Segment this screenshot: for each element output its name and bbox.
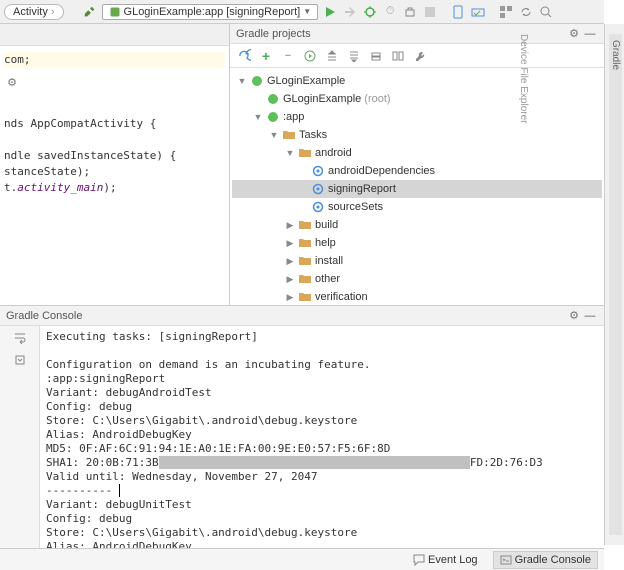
gradle-projects-panel: Gradle projects ⚙— + − ▼GLoginExample GL… (230, 24, 604, 305)
sync-icon[interactable] (518, 4, 534, 20)
folder-icon (298, 254, 312, 268)
code-line: nds AppCompatActivity { (4, 117, 156, 130)
folder-icon (298, 146, 312, 160)
tree-task-sourceSets[interactable]: sourceSets (232, 198, 602, 216)
code-line: ndle savedInstanceState) { (4, 149, 176, 162)
gradle-icon (266, 110, 280, 124)
toggle-offline-icon[interactable] (368, 48, 384, 64)
remove-icon[interactable]: − (280, 48, 296, 64)
editor-tabs (0, 24, 229, 46)
breadcrumb-label: Activity (13, 6, 48, 18)
right-tool-rail: Gradle Device File Explorer (604, 24, 624, 545)
console-title: Gradle Console (6, 310, 82, 322)
tree-folder-android[interactable]: ▼android (232, 144, 602, 162)
folder-icon (298, 218, 312, 232)
refresh-icon[interactable] (236, 48, 252, 64)
code-line: stanceState); (4, 165, 90, 178)
gradle-tool-tab[interactable]: Gradle (609, 34, 622, 535)
chevron-down-icon: ▼ (303, 7, 311, 16)
hammer-icon[interactable] (82, 4, 98, 20)
project-structure-icon[interactable] (498, 4, 514, 20)
debug-button[interactable] (362, 4, 378, 20)
search-icon[interactable] (538, 4, 554, 20)
tree-folder-verification[interactable]: ▶verification (232, 288, 602, 305)
console-header: Gradle Console ⚙— (0, 306, 604, 326)
expand-all-icon[interactable] (324, 48, 340, 64)
folder-icon (298, 272, 312, 286)
event-log-button[interactable]: Event Log (406, 551, 485, 569)
gradle-toolbar: + − (230, 44, 604, 68)
soft-wrap-icon[interactable] (12, 330, 28, 346)
tree-folder-install[interactable]: ▶install (232, 252, 602, 270)
editor-pane: ⚙ com; nds AppCompatActivity { ndle save… (0, 24, 230, 305)
tree-folder-help[interactable]: ▶help (232, 234, 602, 252)
toggle-tasks-icon[interactable] (390, 48, 406, 64)
hide-icon[interactable]: — (582, 26, 598, 42)
gradle-icon (266, 92, 280, 106)
speech-bubble-icon (413, 554, 425, 566)
task-icon (311, 200, 325, 214)
add-icon[interactable]: + (258, 48, 274, 64)
wrench-icon[interactable] (412, 48, 428, 64)
panel-title: Gradle projects (236, 28, 311, 40)
gradle-icon (250, 74, 264, 88)
gradle-panel-header: Gradle projects ⚙— (230, 24, 604, 44)
scroll-to-end-icon[interactable] (12, 352, 28, 368)
gear-icon[interactable]: ⚙ (566, 25, 582, 41)
stop-button[interactable] (422, 4, 438, 20)
editor-body[interactable]: com; nds AppCompatActivity { ndle savedI… (0, 46, 229, 202)
folder-icon (298, 290, 312, 304)
run-config-label: GLoginExample:app [signingReport] (124, 6, 301, 18)
code-line: t. (4, 181, 17, 194)
task-icon (311, 164, 325, 178)
attach-debugger-icon[interactable] (402, 4, 418, 20)
gradle-console-button[interactable]: Gradle Console (493, 551, 598, 569)
console-side-toolbar (0, 326, 40, 548)
sdk-manager-icon[interactable] (470, 4, 486, 20)
code-line: com; (4, 53, 31, 66)
tree-folder-other[interactable]: ▶other (232, 270, 602, 288)
collapse-all-icon[interactable] (346, 48, 362, 64)
breadcrumb[interactable]: Activity › (4, 4, 64, 20)
chevron-right-icon: › (51, 6, 55, 18)
tree-task-androidDependencies[interactable]: androidDependencies (232, 162, 602, 180)
execute-icon[interactable] (302, 48, 318, 64)
tree-task-signingReport[interactable]: signingReport (232, 180, 602, 198)
tree-root-module[interactable]: GLoginExample (root) (232, 90, 602, 108)
gradle-tree[interactable]: ▼GLoginExample GLoginExample (root) ▼:ap… (230, 68, 604, 305)
tree-root[interactable]: ▼GLoginExample (232, 72, 602, 90)
task-icon (311, 182, 325, 196)
run-button[interactable] (322, 4, 338, 20)
run-config-selector[interactable]: GLoginExample:app [signingReport] ▼ (102, 4, 319, 20)
tree-folder-build[interactable]: ▶build (232, 216, 602, 234)
gear-icon[interactable]: ⚙ (566, 307, 582, 323)
folder-icon (298, 236, 312, 250)
editor-gear-icon[interactable]: ⚙ (4, 74, 20, 90)
tree-app-module[interactable]: ▼:app (232, 108, 602, 126)
profiler-icon[interactable]: ⏱ (382, 4, 398, 20)
folder-icon (282, 128, 296, 142)
main-toolbar: Activity › GLoginExample:app [signingRep… (0, 0, 604, 24)
console-icon (500, 554, 512, 566)
avd-manager-icon[interactable] (450, 4, 466, 20)
status-bar: Event Log Gradle Console (0, 548, 604, 570)
hide-icon[interactable]: — (582, 308, 598, 324)
gradle-console-panel: Gradle Console ⚙— Executing tasks: [sign… (0, 305, 604, 548)
apply-changes-icon[interactable] (342, 4, 358, 20)
module-icon (109, 6, 121, 18)
tree-tasks[interactable]: ▼Tasks (232, 126, 602, 144)
device-file-explorer-tab[interactable]: Device File Explorer (518, 34, 529, 535)
